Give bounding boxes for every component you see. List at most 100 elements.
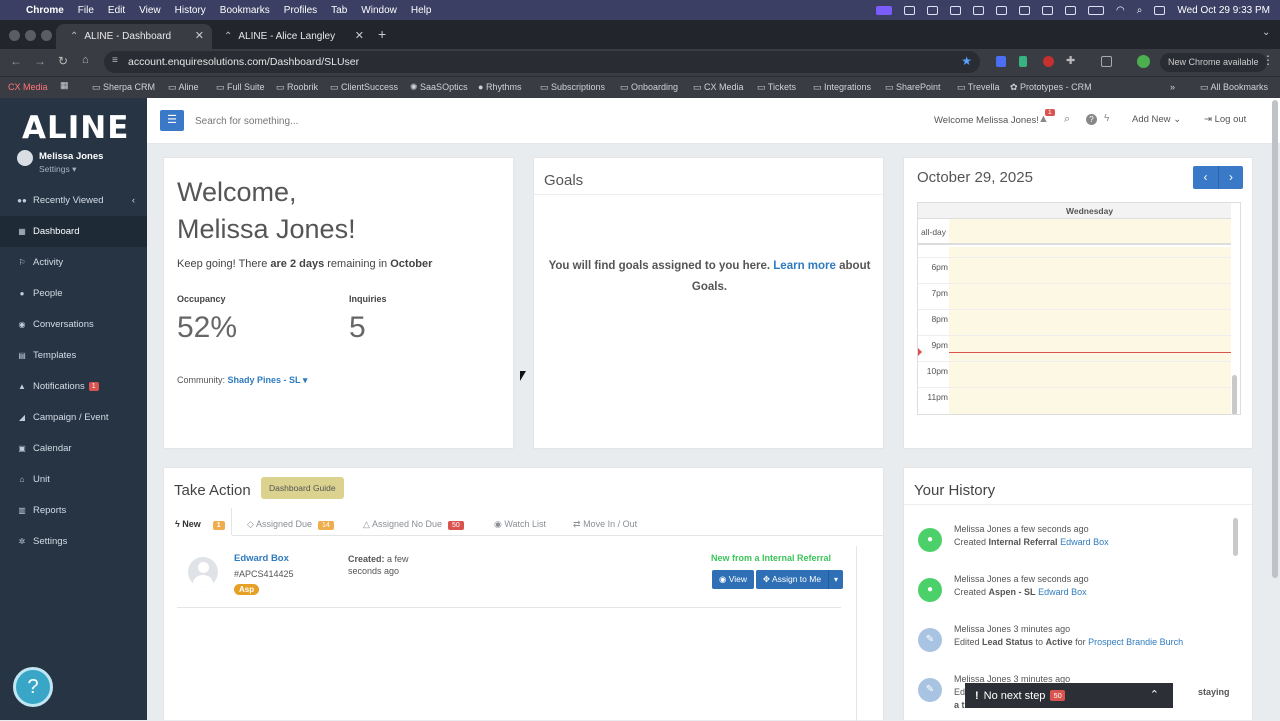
tab-assigned-no-due[interactable]: △ Assigned No Due 50 (363, 519, 464, 530)
extension-icon[interactable] (996, 56, 1006, 67)
bookmark-item[interactable]: ▭ ClientSuccess (330, 82, 398, 93)
update-chrome-button[interactable]: New Chrome available (1160, 53, 1267, 72)
menu-help[interactable]: Help (411, 5, 432, 16)
site-info-icon[interactable]: ≡ (112, 55, 118, 66)
bookmark-item[interactable]: ▭ Aline (168, 82, 199, 93)
zoom-window-icon[interactable] (41, 30, 52, 41)
extension-icon[interactable] (1019, 56, 1027, 67)
sidebar-item-conversations[interactable]: ◉ Conversations (0, 309, 147, 340)
search-input[interactable] (195, 111, 495, 131)
calendar-scrollbar[interactable] (1232, 375, 1237, 414)
new-tab-icon[interactable]: + (378, 26, 386, 42)
sidebar-item-reports[interactable]: ▥ Reports (0, 495, 147, 526)
bookmark-item[interactable]: ▭ Subscriptions (540, 82, 605, 93)
menu-tab[interactable]: Tab (331, 5, 347, 16)
bookmark-item[interactable]: ✿ Prototypes - CRM (1010, 82, 1092, 93)
history-link[interactable]: Edward Box (1038, 587, 1087, 597)
sidebar-item-unit[interactable]: ⌂ Unit (0, 464, 147, 495)
sidebar-user-name[interactable]: Melissa Jones (39, 151, 103, 162)
community-dropdown[interactable]: Shady Pines - SL ▾ (228, 375, 308, 385)
menu-profiles[interactable]: Profiles (284, 5, 317, 16)
bookmark-item[interactable]: ▭ All Bookmarks (1200, 82, 1268, 93)
app-menu[interactable]: Chrome (26, 5, 64, 16)
profile-avatar[interactable] (1137, 55, 1150, 68)
bookmark-item[interactable]: ▭ Roobrik (276, 82, 318, 93)
tab-search-icon[interactable]: ⌄ (1262, 27, 1270, 38)
status-icon[interactable] (904, 5, 916, 15)
assign-to-me-button[interactable]: ✥ Assign to Me (756, 570, 828, 589)
bookmark-star-icon[interactable]: ★ (961, 54, 972, 68)
sidebar-item-settings[interactable]: ✲ Settings (0, 526, 147, 557)
sidebar-item-notifications[interactable]: ▲ Notifications 1 (0, 371, 147, 402)
status-icon[interactable] (1019, 5, 1031, 15)
status-icon[interactable] (1042, 5, 1054, 15)
bookmark-item[interactable]: ✺ SaaSOptics (410, 82, 468, 93)
sidebar-item-templates[interactable]: ▤ Templates (0, 340, 147, 371)
reload-icon[interactable]: ↻ (58, 54, 68, 68)
status-icon[interactable] (927, 5, 939, 15)
status-icon[interactable] (876, 5, 893, 15)
battery-icon[interactable] (1088, 5, 1105, 15)
tab-watch-list[interactable]: ◉ Watch List (494, 519, 546, 530)
home-icon[interactable]: ⌂ (82, 54, 89, 66)
menu-bookmarks[interactable]: Bookmarks (220, 5, 270, 16)
minimize-window-icon[interactable] (25, 30, 36, 41)
browser-tab-alice[interactable]: ⌃ ALINE - Alice Langley ✕ (210, 24, 372, 49)
control-center-icon[interactable] (1154, 5, 1166, 15)
calendar-prev-button[interactable]: ‹ (1193, 166, 1218, 189)
add-new-dropdown[interactable]: Add New ⌄ (1132, 114, 1181, 125)
status-icon[interactable] (996, 5, 1008, 15)
forward-icon[interactable]: → (34, 54, 46, 68)
extension-icon[interactable] (1043, 56, 1054, 67)
aline-logo[interactable]: ALINE (22, 110, 129, 146)
history-link[interactable]: Edward Box (1060, 537, 1109, 547)
status-icon[interactable] (973, 5, 985, 15)
tab-move-in-out[interactable]: ⇄ Move In / Out (573, 519, 637, 530)
bookmark-item[interactable]: ▭ Sherpa CRM (92, 82, 155, 93)
logout-link[interactable]: ⇥ Log out (1204, 114, 1246, 125)
bookmark-item[interactable]: ▭ Tickets (757, 82, 796, 93)
avatar[interactable] (17, 150, 33, 166)
bookmark-item[interactable]: ● Rhythms (478, 82, 521, 92)
status-icon[interactable] (1065, 5, 1077, 15)
bookmark-item[interactable]: ▭ Trevella (957, 82, 1000, 93)
back-icon[interactable]: ← (10, 54, 22, 68)
search-icon[interactable]: ⌕ (1064, 113, 1070, 126)
menu-edit[interactable]: Edit (108, 5, 125, 16)
close-tab-icon[interactable]: ✕ (195, 29, 204, 42)
bookmark-item[interactable]: ▭ Full Suite (216, 82, 265, 93)
menu-file[interactable]: File (78, 5, 94, 16)
tab-new-label[interactable]: ϟ New 1 (175, 519, 225, 530)
wifi-icon[interactable]: ◠ (1116, 5, 1125, 16)
view-button[interactable]: ◉ View (712, 570, 754, 589)
bookmark-item[interactable]: ▭ SharePoint (885, 82, 941, 93)
sidebar-item-campaign[interactable]: ◢ Campaign / Event (0, 402, 147, 433)
menu-toggle-button[interactable]: ☰ (160, 110, 184, 131)
history-link[interactable]: Prospect Brandie Burch (1088, 637, 1183, 647)
close-tab-icon[interactable]: ✕ (355, 29, 364, 42)
bookmark-item[interactable]: ▭ Onboarding (620, 82, 678, 93)
bookmark-item[interactable]: ▭ CX Media (693, 82, 744, 93)
address-bar[interactable]: ≡ account.enquiresolutions.com/Dashboard… (104, 51, 980, 73)
close-window-icon[interactable] (9, 30, 20, 41)
menu-history[interactable]: History (175, 5, 206, 16)
dashboard-guide-button[interactable]: Dashboard Guide (261, 477, 344, 499)
extension-icon[interactable] (1101, 56, 1112, 67)
allday-row[interactable]: all-day (918, 219, 1231, 245)
menu-view[interactable]: View (139, 5, 161, 16)
sidebar-item-people[interactable]: ● People (0, 278, 147, 309)
learn-more-link[interactable]: Learn more (773, 260, 836, 272)
menu-window[interactable]: Window (361, 5, 397, 16)
sidebar-settings-dropdown[interactable]: Settings ▾ (39, 164, 76, 175)
page-scrollbar[interactable] (1272, 100, 1278, 578)
sidebar-item-recently-viewed[interactable]: ●● Recently Viewed ‹ (0, 185, 147, 216)
tab-assigned-due[interactable]: ◇ Assigned Due 14 (247, 519, 334, 530)
sidebar-item-calendar[interactable]: ▣ Calendar (0, 433, 147, 464)
avatar[interactable] (188, 557, 218, 587)
extensions-puzzle-icon[interactable]: ✚ (1066, 54, 1075, 67)
apps-icon[interactable]: ▦ (60, 80, 69, 91)
bolt-icon[interactable]: ϟ (1104, 113, 1109, 124)
sidebar-item-dashboard[interactable]: ▦ Dashboard (0, 216, 147, 247)
chevron-up-icon[interactable]: ⌃ (1150, 688, 1159, 701)
chrome-menu-icon[interactable]: ⋮ (1262, 53, 1274, 67)
